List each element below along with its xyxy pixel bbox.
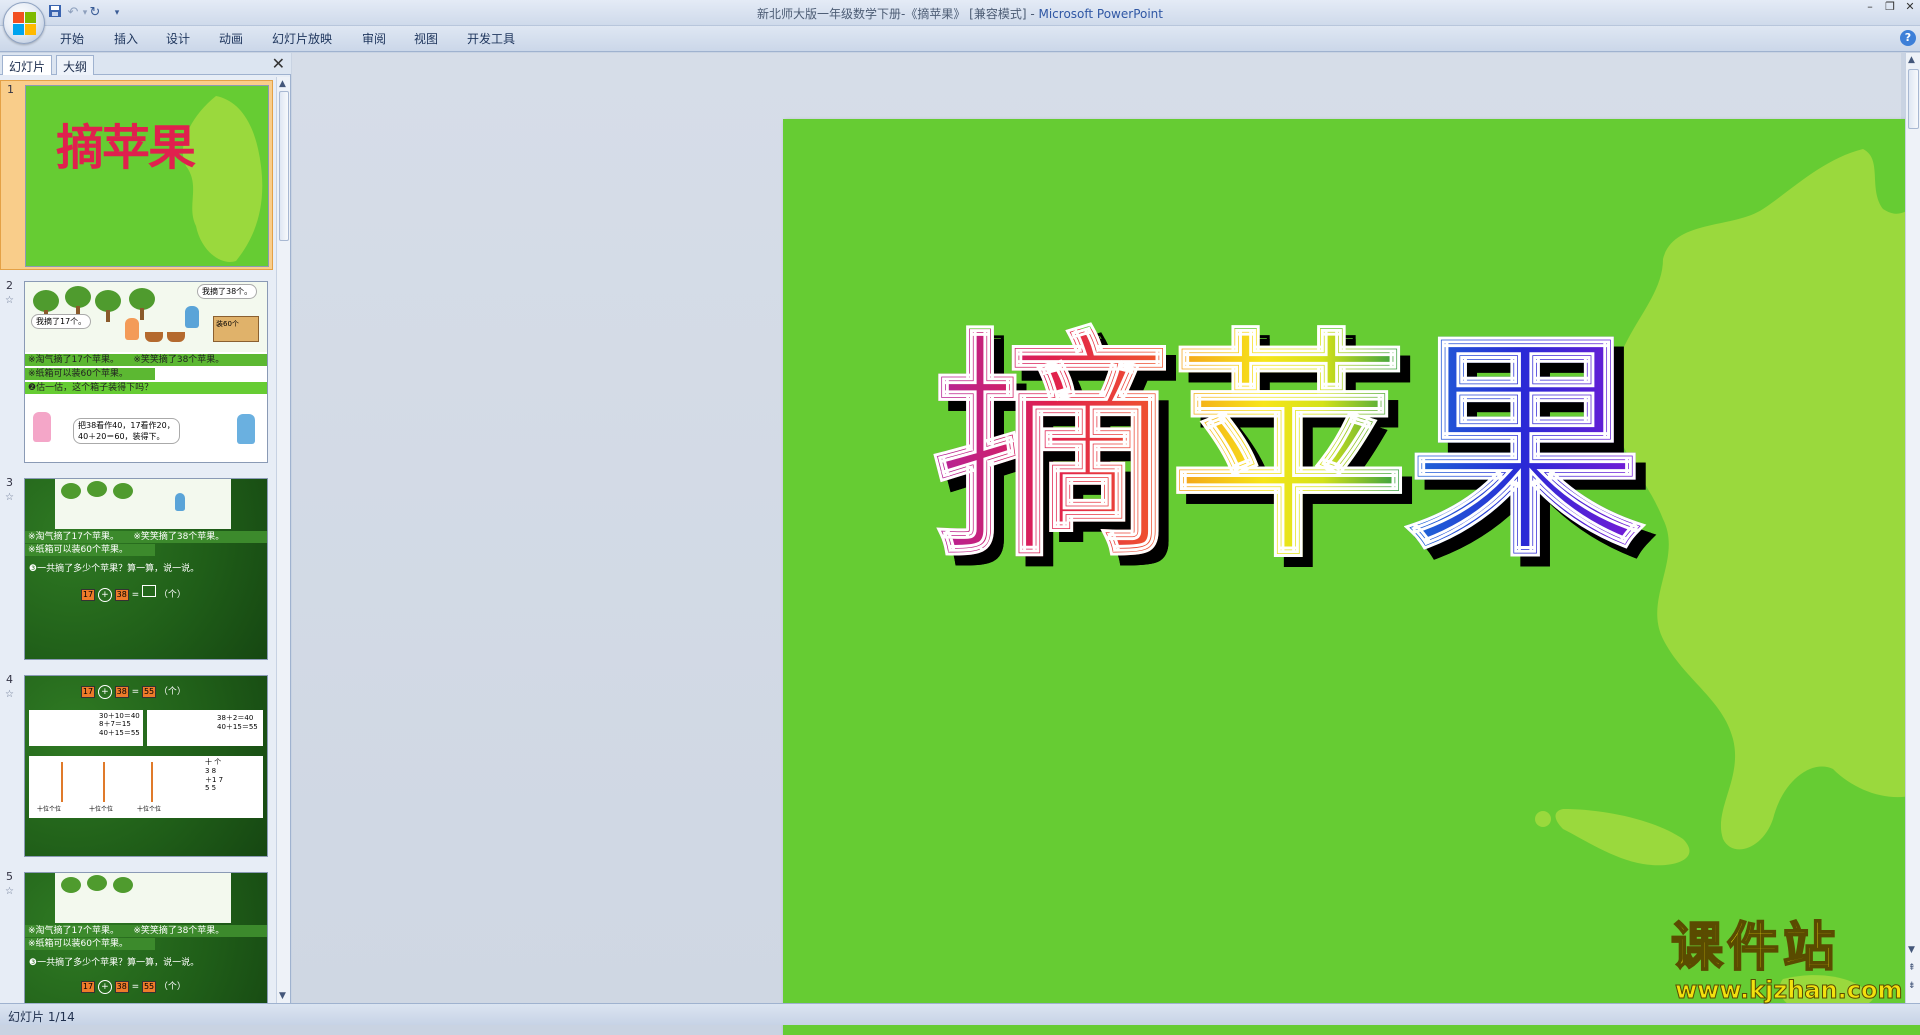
slides-panel: 幻灯片 大纲 ✕ 1 摘苹果 2 ☆ 装60个 我摘了38个。 我摘了17个。 … — [0, 53, 291, 1003]
panel-tabs: 幻灯片 大纲 ✕ — [0, 53, 291, 75]
scroll-thumb[interactable] — [1908, 69, 1919, 129]
tab-review[interactable]: 审阅 — [362, 30, 386, 47]
watermark-logo: 课件站 www.kjzhan.com — [1665, 918, 1915, 1004]
title-char-3: 果 — [1404, 309, 1647, 589]
minimize-icon[interactable]: – — [1860, 0, 1880, 16]
slide-preview: ※淘气摘了17个苹果。 ※笑笑摘了38个苹果。 ※纸箱可以装60个苹果。 ❸一共… — [24, 478, 268, 660]
tab-slideshow[interactable]: 幻灯片放映 — [272, 30, 332, 47]
text-bar: ※淘气摘了17个苹果。 ※笑笑摘了38个苹果。 — [25, 531, 267, 543]
help-icon[interactable]: ? — [1900, 30, 1916, 46]
animation-star-icon: ☆ — [5, 492, 14, 503]
animation-star-icon: ☆ — [5, 886, 14, 897]
slide-thumbnail-2[interactable]: 2 ☆ 装60个 我摘了38个。 我摘了17个。 ※淘气摘了17个苹果。 ※笑笑… — [0, 277, 273, 467]
close-panel-icon[interactable]: ✕ — [272, 54, 285, 74]
question-text: ❸一共摘了多少个苹果？算一算，说一说。 — [29, 564, 200, 574]
animation-star-icon: ☆ — [5, 295, 14, 306]
text-bar: ※纸箱可以装60个苹果。 — [25, 544, 155, 556]
tab-slides[interactable]: 幻灯片 — [2, 55, 53, 75]
ribbon-tabs: 开始 插入 设计 动画 幻灯片放映 审阅 视图 开发工具 ? — [0, 26, 1920, 52]
text-bar: ※淘气摘了17个苹果。 ※笑笑摘了38个苹果。 — [25, 354, 267, 366]
status-bar: 幻灯片 1/14 — [0, 1003, 1920, 1025]
slide-scrollbar[interactable]: ▲ ▼ ⇞ ⇟ — [1905, 53, 1920, 1003]
equation: 17 + 38 = 55 （个） — [81, 980, 186, 994]
scroll-up-icon[interactable]: ▲ — [1908, 55, 1915, 65]
title-char-2: 苹 — [1168, 309, 1411, 589]
current-slide[interactable]: 摘苹果 — [783, 119, 1920, 1035]
scroll-down-icon[interactable]: ▼ — [279, 991, 286, 1001]
scroll-thumb[interactable] — [279, 91, 289, 241]
title-char-1: 摘 — [931, 309, 1174, 589]
speech-bubble: 我摘了17个。 — [31, 314, 92, 329]
text-bar: ※淘气摘了17个苹果。 ※笑笑摘了38个苹果。 — [25, 925, 267, 937]
slide-counter: 幻灯片 1/14 — [8, 1010, 75, 1024]
question-text: ❸一共摘了多少个苹果？算一算，说一说。 — [29, 958, 200, 968]
slide-number: 5 — [6, 870, 13, 883]
slide-thumbnail-3[interactable]: 3 ☆ ※淘气摘了17个苹果。 ※笑笑摘了38个苹果。 ※纸箱可以装60个苹果。… — [0, 474, 273, 664]
watermark-url: www.kjzhan.com — [1674, 976, 1903, 1004]
speech-bubble: 把38看作40，17看作20， 40＋20＝60，装得下。 — [73, 418, 180, 445]
tab-developer[interactable]: 开发工具 — [467, 30, 515, 47]
slide-preview: 装60个 我摘了38个。 我摘了17个。 ※淘气摘了17个苹果。 ※笑笑摘了38… — [24, 281, 268, 463]
close-icon[interactable]: ✕ — [1900, 0, 1920, 16]
animation-star-icon: ☆ — [5, 689, 14, 700]
slide-number: 1 — [7, 83, 14, 96]
equation: 17 + 38 = 55 （个） — [81, 685, 186, 699]
watermark-text: 课件站 — [1670, 918, 1840, 978]
question-text: ❷估一估，这个箱子装得下吗？ — [25, 382, 267, 394]
slide-number: 3 — [6, 476, 13, 489]
slide-thumbnail-4[interactable]: 4 ☆ 17 + 38 = 55 （个） 30＋10＝40 8＋7＝15 40＋15… — [0, 671, 273, 861]
tab-animations[interactable]: 动画 — [219, 30, 243, 47]
slide-number: 4 — [6, 673, 13, 686]
slide-editing-area: 摘苹果 — [292, 53, 1920, 1035]
abacus-card: 十位个位 十位个位 十位个位 十 个3 8 ＋1 75 5 — [29, 756, 263, 818]
office-button[interactable] — [3, 2, 45, 44]
slide-thumbnail-1[interactable]: 1 摘苹果 — [0, 80, 273, 270]
title-bar: ↶ ▾ ↻ ▾ 新北师大版一年级数学下册-《摘苹果》 [兼容模式] - Micr… — [0, 0, 1920, 44]
slide-preview: ※淘气摘了17个苹果。 ※笑笑摘了38个苹果。 ※纸箱可以装60个苹果。 ❸一共… — [24, 872, 268, 1003]
slide-thumbnail-5[interactable]: 5 ☆ ※淘气摘了17个苹果。 ※笑笑摘了38个苹果。 ※纸箱可以装60个苹果。… — [0, 868, 273, 1003]
tab-insert[interactable]: 插入 — [114, 30, 138, 47]
office-logo-icon — [13, 12, 37, 36]
tab-design[interactable]: 设计 — [166, 30, 190, 47]
tab-home[interactable]: 开始 — [60, 30, 84, 47]
calc-card: 30＋10＝40 8＋7＝15 40＋15＝55 — [29, 710, 143, 746]
splash-shape — [182, 96, 263, 262]
box-label: 装60个 — [213, 316, 259, 342]
equation: 17 + 38 = （个） — [81, 585, 186, 602]
speech-bubble: 我摘了38个。 — [197, 284, 258, 299]
vertical-calc: 十 个3 8 ＋1 75 5 — [205, 758, 224, 793]
thumbnail-title: 摘苹果 — [56, 120, 196, 176]
scroll-up-icon[interactable]: ▲ — [279, 79, 286, 89]
slide-number: 2 — [6, 279, 13, 292]
tab-outline[interactable]: 大纲 — [56, 55, 95, 75]
text-bar: ※纸箱可以装60个苹果。 — [25, 368, 155, 380]
slide-preview: 17 + 38 = 55 （个） 30＋10＝40 8＋7＝15 40＋15＝55 … — [24, 675, 268, 857]
tab-view[interactable]: 视图 — [414, 30, 438, 47]
thumbnail-scrollbar[interactable]: ▲ ▼ — [276, 77, 290, 1003]
slide-title[interactable]: 摘苹果 — [931, 309, 1647, 589]
slide-preview: 摘苹果 — [25, 85, 269, 267]
restore-icon[interactable]: ❐ — [1880, 0, 1900, 16]
thumbnail-list: 1 摘苹果 2 ☆ 装60个 我摘了38个。 我摘了17个。 ※淘气摘了17个苹… — [0, 77, 273, 1003]
window-title: 新北师大版一年级数学下册-《摘苹果》 [兼容模式] - Microsoft Po… — [757, 7, 1163, 21]
text-bar: ※纸箱可以装60个苹果。 — [25, 938, 155, 950]
calc-card: 38＋2＝40 40＋15＝55 — [147, 710, 263, 746]
